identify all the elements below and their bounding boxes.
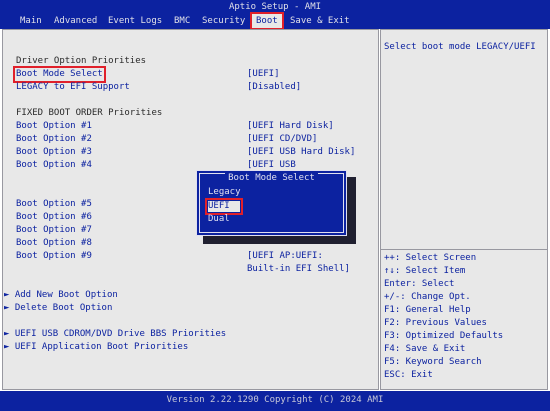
fixed-boot-heading: FIXED BOOT ORDER Priorities <box>16 108 163 118</box>
key-legend: ++: Select Screen ↑↓: Select Item Enter:… <box>384 252 503 382</box>
help-description: Select boot mode LEGACY/UEFI <box>384 42 536 52</box>
popup-title: Boot Mode Select <box>200 173 343 183</box>
arrow-right-icon: ► <box>4 329 15 339</box>
key-enter: Enter: Select <box>384 279 455 289</box>
usb-cdrom-bbs-link[interactable]: ► UEFI USB CDROM/DVD Drive BBS Prioritie… <box>4 329 226 340</box>
boot-option-1-value[interactable]: [UEFI Hard Disk] <box>247 121 334 132</box>
boot-option-3[interactable]: Boot Option #3 <box>16 147 92 158</box>
key-f5: F5: Keyword Search <box>384 357 482 367</box>
key-f2: F2: Previous Values <box>384 318 487 328</box>
key-change-opt: +/-: Change Opt. <box>384 292 471 302</box>
title-bar: Aptio Setup - AMI Main Advanced Event Lo… <box>0 0 550 30</box>
menu-bar: Main Advanced Event Logs BMC Security Bo… <box>0 12 550 30</box>
boot-option-2-value[interactable]: [UEFI CD/DVD] <box>247 134 317 145</box>
popup-option-legacy[interactable]: Legacy <box>208 187 241 198</box>
help-panel: Select boot mode LEGACY/UEFI ++: Select … <box>380 29 548 390</box>
boot-mode-select-item[interactable]: Boot Mode Select <box>13 66 106 83</box>
boot-option-8[interactable]: Boot Option #8 <box>16 238 92 249</box>
footer: Version 2.22.1290 Copyright (C) 2024 AMI <box>0 391 550 411</box>
menu-boot[interactable]: Boot <box>250 12 284 30</box>
popup-option-dual[interactable]: Dual <box>208 214 230 225</box>
legacy-to-efi-item[interactable]: LEGACY to EFI Support <box>16 82 130 93</box>
boot-option-9-value[interactable]: [UEFI AP:UEFI: <box>247 251 323 262</box>
boot-option-9[interactable]: Boot Option #9 <box>16 251 92 262</box>
boot-mode-select-value[interactable]: [UEFI] <box>247 69 280 80</box>
menu-bmc[interactable]: BMC <box>174 14 190 28</box>
boot-option-7[interactable]: Boot Option #7 <box>16 225 92 236</box>
driver-option-heading: Driver Option Priorities <box>16 56 147 66</box>
add-boot-option-link[interactable]: ► Add New Boot Option <box>4 290 118 301</box>
boot-option-9-value-line2: Built-in EFI Shell] <box>247 264 350 274</box>
menu-main[interactable]: Main <box>20 14 42 28</box>
menu-event-logs[interactable]: Event Logs <box>108 14 162 28</box>
boot-mode-popup: Boot Mode Select Legacy UEFI Dual <box>196 170 347 236</box>
menu-security[interactable]: Security <box>202 14 245 28</box>
popup-option-uefi[interactable]: UEFI <box>205 198 243 215</box>
key-f1: F1: General Help <box>384 305 471 315</box>
key-f4: F4: Save & Exit <box>384 344 466 354</box>
boot-option-1[interactable]: Boot Option #1 <box>16 121 92 132</box>
uefi-app-priorities-link[interactable]: ► UEFI Application Boot Priorities <box>4 342 188 353</box>
arrow-right-icon: ► <box>4 290 15 300</box>
boot-option-4[interactable]: Boot Option #4 <box>16 160 92 171</box>
boot-option-6[interactable]: Boot Option #6 <box>16 212 92 223</box>
legacy-to-efi-value[interactable]: [Disabled] <box>247 82 301 93</box>
boot-option-5[interactable]: Boot Option #5 <box>16 199 92 210</box>
menu-save-exit[interactable]: Save & Exit <box>290 14 350 28</box>
key-esc: ESC: Exit <box>384 370 433 380</box>
boot-option-2[interactable]: Boot Option #2 <box>16 134 92 145</box>
help-divider <box>381 249 547 250</box>
boot-option-3-value[interactable]: [UEFI USB Hard Disk] <box>247 147 355 158</box>
arrow-right-icon: ► <box>4 342 15 352</box>
arrow-right-icon: ► <box>4 303 15 313</box>
key-select-item: ↑↓: Select Item <box>384 266 466 276</box>
popup-frame: Boot Mode Select Legacy UEFI Dual <box>199 173 344 233</box>
menu-advanced[interactable]: Advanced <box>54 14 97 28</box>
key-select-screen: ++: Select Screen <box>384 253 477 263</box>
delete-boot-option-link[interactable]: ► Delete Boot Option <box>4 303 112 314</box>
key-f3: F3: Optimized Defaults <box>384 331 504 341</box>
app-title: Aptio Setup - AMI <box>228 2 322 12</box>
